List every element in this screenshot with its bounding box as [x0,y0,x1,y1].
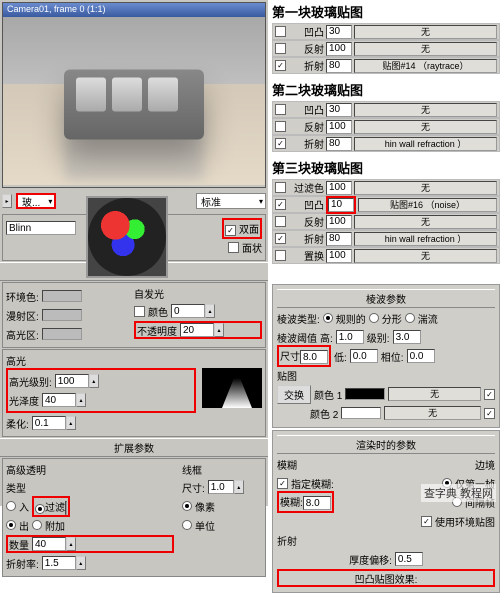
spinner-icon[interactable]: ▴ [76,556,86,570]
glass3-title: 第三块玻璃贴图 [272,156,500,179]
cushion [76,78,106,112]
regular-radio[interactable] [323,313,333,323]
glass1-title: 第一块玻璃贴图 [272,0,500,23]
specular-panel: 高光 高光级别:▴ 光泽度▴ 柔化:▴ [2,349,266,437]
basic-params-panel: 环境色: 漫射区: 高光区: 自发光 颜色▴ 不透明度▴ [2,282,266,348]
falloff-out-radio[interactable] [6,520,16,530]
glass3-section: 第三块玻璃贴图 过滤色无 ✓凹凸贴图#16 （noise） 反射无 ✓折射hin… [272,156,500,264]
two-sided-checkbox[interactable]: ✓ [225,225,236,236]
ambient-label: 环境色: [6,289,39,304]
right-panel: 第一块玻璃贴图 凹凸无 反射无 ✓折射贴图#14 （raytrace） 第二块玻… [272,0,500,506]
shader-name-input[interactable] [6,221,76,235]
shader-dropdown[interactable]: 玻... [16,193,56,209]
material-type-dropdown[interactable]: 标准 [196,193,266,209]
face-map-label: 面状 [242,240,262,255]
material-sphere-preview [86,196,168,278]
amount-highlight: 数量▴ [6,535,174,553]
filter-highlight: 过滤 [32,496,70,517]
render-preview [3,17,265,185]
ext-header: 扩展参数 [0,438,268,457]
specular-swatch[interactable] [42,328,82,340]
specular-title: 高光 [6,353,262,368]
self-illum-label: 自发光 [134,286,262,301]
blur-highlight: 模糊: [277,491,334,514]
raytrace-map-slot[interactable]: 贴图#14 （raytrace） [354,59,497,73]
glass1-section: 第一块玻璃贴图 凹凸无 反射无 ✓折射贴图#14 （raytrace） [272,0,500,74]
color1-swatch[interactable] [345,388,385,400]
ior-input[interactable] [42,556,76,570]
opacity-input[interactable] [180,323,214,337]
glass2-title: 第二块玻璃贴图 [272,78,500,101]
filter-swatch[interactable] [65,501,67,515]
glossiness-input[interactable] [42,393,76,407]
diffuse-label: 漫射区: [6,308,39,323]
spinner-icon[interactable]: ▴ [234,480,244,494]
two-sided-highlight: ✓ 双面 [222,218,262,239]
blur-params-box: 渲染时的参数 模糊边境 ✓指定模糊:仅第一桢 模糊:间隔帧 ✓使用环境贴图 折射… [272,430,500,593]
self-color-checkbox[interactable] [134,306,145,317]
spinner-icon[interactable]: ▴ [66,537,76,551]
specular-curve [202,368,262,408]
additive-radio[interactable] [32,520,42,530]
swap-button[interactable]: 交换 [277,385,311,404]
refl-checkbox[interactable] [275,43,286,54]
sofa-render [64,70,204,140]
cushion [112,78,142,112]
bump-effect-highlight: 凹凸贴图效果: [277,569,495,587]
bump-checkbox[interactable] [275,26,286,37]
nav-icon[interactable]: ▸ [2,194,12,208]
glass2-section: 第二块玻璃贴图 凹凸无 反射无 ✓折射hin wall refraction ） [272,78,500,152]
thinwall-map-slot2[interactable]: hin wall refraction ） [354,232,497,246]
cushion [148,78,178,112]
spinner-icon[interactable]: ▴ [66,416,76,430]
blur-input[interactable] [303,496,331,510]
two-sided-label: 双面 [239,225,259,236]
spinner-icon[interactable]: ▴ [89,374,99,388]
thinwall-params-box: 棱波参数 棱波类型:规则的分形湍流 棱波阈值高:级别: 尺寸低:相位: 贴图 交… [272,284,500,428]
watermark: 查字典 教程网 [421,484,496,502]
refr-checkbox[interactable]: ✓ [275,60,286,71]
ambient-swatch[interactable] [42,290,82,302]
specular-highlight: 高光级别:▴ 光泽度▴ [6,368,196,413]
filter-radio[interactable] [35,504,45,514]
diffuse-swatch[interactable] [42,309,82,321]
viewport-title: Camera01, frame 0 (1:1) [3,3,265,17]
pixel-radio[interactable] [182,501,192,511]
viewport: Camera01, frame 0 (1:1) [2,2,266,188]
thinwall-map-slot[interactable]: hin wall refraction ） [354,137,497,151]
face-map-checkbox[interactable] [228,242,239,253]
size-highlight: 尺寸 [277,345,331,368]
specular-label: 高光区: [6,327,39,342]
noise-map-slot[interactable]: 贴图#16 （noise） [358,198,497,212]
spinner-icon[interactable]: ▴ [214,323,224,337]
noise-size-input[interactable] [300,350,328,364]
extended-panel: 高级透明 类型 入 过滤 出附加 数量▴ 折射率:▴ 线框 尺寸:▴ 像素 单位 [2,458,266,577]
soften-input[interactable] [32,416,66,430]
spec-level-input[interactable] [55,374,89,388]
color2-swatch[interactable] [341,407,381,419]
left-panel: Camera01, frame 0 (1:1) ▸ 玻... 标准 ✓ 双面 面… [0,0,268,506]
spinner-icon[interactable]: ▴ [205,304,215,318]
bump-amount-input[interactable] [328,198,354,212]
spinner-icon[interactable]: ▴ [76,393,86,407]
self-color-input[interactable] [171,304,205,318]
falloff-in-radio[interactable] [6,501,16,511]
opacity-highlight: 不透明度▴ [134,321,262,339]
unit-radio[interactable] [182,520,192,530]
wire-size-input[interactable] [208,480,234,494]
amount-input[interactable] [32,537,66,551]
